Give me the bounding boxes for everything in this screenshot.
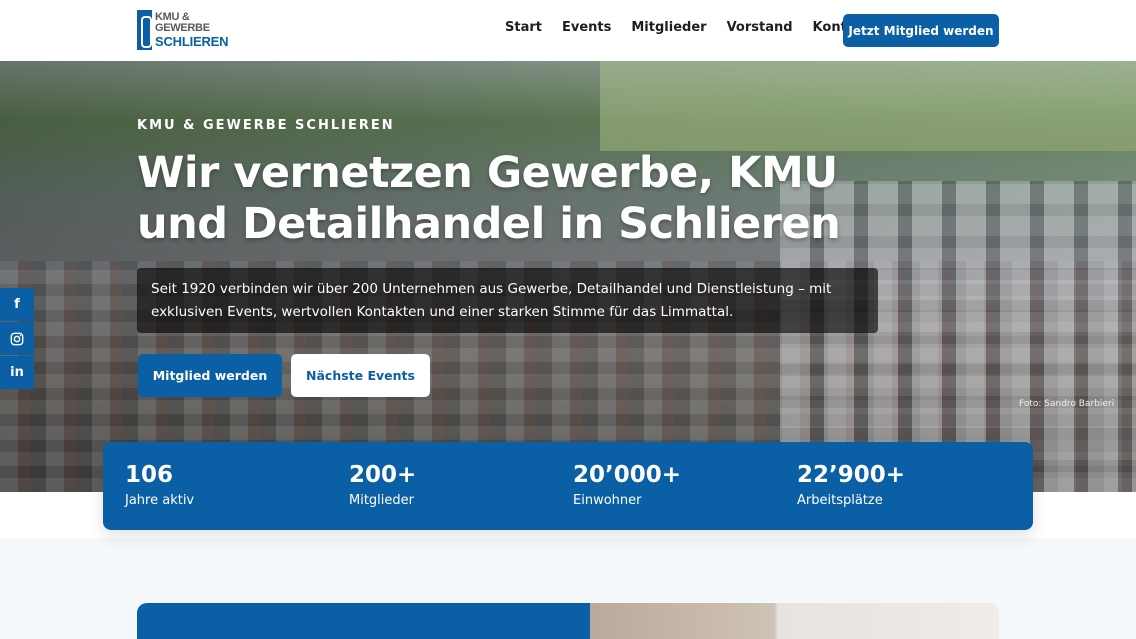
instagram-glyph	[10, 332, 24, 345]
logo-line-1: KMU & GEWERBE	[155, 11, 210, 34]
social-sidebar: f in	[0, 288, 34, 389]
stat-value: 22’900+	[797, 462, 906, 488]
stat-label: Einwohner	[573, 493, 642, 508]
stat-value: 106	[125, 462, 174, 488]
hero-intro-text: Seit 1920 verbinden wir über 200 Unterne…	[151, 281, 832, 320]
instagram-icon[interactable]	[0, 322, 34, 355]
feature-card	[137, 603, 999, 639]
stat-value: 200+	[349, 462, 417, 488]
join-now-button[interactable]: Jetzt Mitglied werden	[843, 14, 999, 47]
stat-label: Arbeitsplätze	[797, 493, 883, 508]
linkedin-icon[interactable]: in	[0, 356, 34, 389]
stat-value: 20’000+	[573, 462, 682, 488]
stat-members: 200+ Mitglieder	[349, 461, 416, 508]
nav-item-events[interactable]: Events	[562, 20, 611, 35]
hero-eyebrow: KMU & GEWERBE SCHLIEREN	[137, 118, 395, 133]
hero-intro-box: Seit 1920 verbinden wir über 200 Unterne…	[137, 268, 878, 333]
facebook-glyph: f	[14, 297, 20, 312]
next-events-button[interactable]: Nächste Events	[291, 354, 430, 397]
site-logo[interactable]: KMU & GEWERBE SCHLIEREN	[137, 10, 247, 50]
site-header: KMU & GEWERBE SCHLIEREN Start Events Mit…	[0, 0, 1136, 61]
stat-residents: 20’000+ Einwohner	[573, 461, 681, 508]
stat-label: Mitglieder	[349, 493, 414, 508]
stats-bar: 106 Jahre aktiv 200+ Mitglieder 20’000+ …	[103, 442, 1033, 530]
become-member-button[interactable]: Mitglied werden	[138, 354, 282, 397]
linkedin-glyph: in	[10, 365, 24, 380]
stat-jobs: 22’900+ Arbeitsplätze	[797, 461, 905, 508]
logo-mark-icon	[137, 10, 152, 50]
logo-text: KMU & GEWERBE SCHLIEREN	[155, 11, 247, 49]
hero-headline: Wir vernetzen Gewerbe, KMU und Detailhan…	[137, 148, 841, 249]
feature-card-panel	[137, 603, 590, 639]
nav-item-mitglieder[interactable]: Mitglieder	[631, 20, 706, 35]
hero-image-fields	[600, 61, 1136, 151]
stat-years: 106 Jahre aktiv	[125, 461, 194, 508]
photo-credit: Foto: Sandro Barbieri	[1019, 399, 1115, 409]
stat-label: Jahre aktiv	[125, 493, 195, 508]
logo-line-2: SCHLIEREN	[155, 34, 229, 49]
nav-item-vorstand[interactable]: Vorstand	[727, 20, 793, 35]
feature-card-image	[590, 603, 999, 639]
facebook-icon[interactable]: f	[0, 288, 34, 321]
page: KMU & GEWERBE SCHLIEREN Start Events Mit…	[0, 0, 1136, 639]
main-nav: Start Events Mitglieder Vorstand Kontakt	[505, 20, 890, 35]
nav-item-start[interactable]: Start	[505, 20, 542, 35]
